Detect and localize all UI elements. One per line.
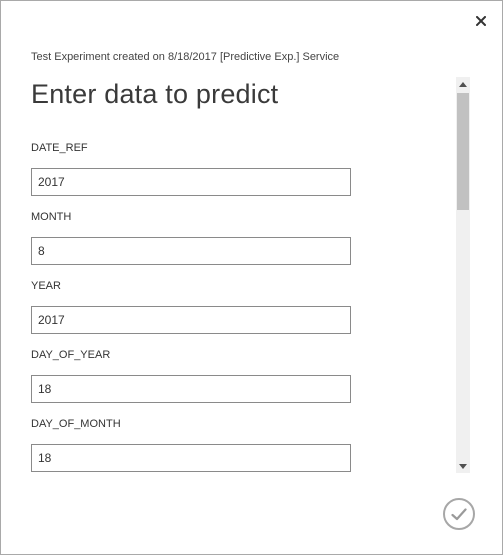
date-ref-input[interactable]: [31, 168, 351, 196]
scroll-thumb[interactable]: [457, 93, 469, 210]
month-input[interactable]: [31, 237, 351, 265]
service-subtitle: Test Experiment created on 8/18/2017 [Pr…: [31, 51, 340, 63]
day-of-month-input[interactable]: [31, 444, 351, 472]
field-month: MONTH: [31, 210, 361, 265]
arrow-up-icon: [459, 81, 467, 87]
checkmark-icon: [451, 507, 467, 520]
year-input[interactable]: [31, 306, 351, 334]
scroll-down-button[interactable]: [456, 459, 470, 473]
field-year: YEAR: [31, 279, 361, 334]
field-day-of-month: DAY_OF_MONTH: [31, 417, 361, 472]
day-of-year-input[interactable]: [31, 375, 351, 403]
field-label: DAY_OF_MONTH: [31, 418, 121, 430]
scroll-up-button[interactable]: [456, 77, 470, 91]
field-label: DATE_REF: [31, 142, 88, 154]
vertical-scrollbar[interactable]: [456, 77, 470, 473]
field-day-of-year: DAY_OF_YEAR: [31, 348, 361, 403]
close-button[interactable]: [469, 9, 493, 33]
field-date-ref: DATE_REF: [31, 141, 361, 196]
predict-dialog: Test Experiment created on 8/18/2017 [Pr…: [0, 0, 503, 555]
input-form: DATE_REF MONTH YEAR DAY_OF_YEAR DAY_OF_M…: [31, 131, 361, 476]
field-label: DAY_OF_YEAR: [31, 349, 111, 361]
close-icon: [476, 16, 486, 26]
confirm-button[interactable]: [443, 498, 475, 530]
field-label: YEAR: [31, 280, 61, 292]
dialog-title: Enter data to predict: [31, 79, 279, 109]
field-label: MONTH: [31, 211, 72, 223]
arrow-down-icon: [459, 463, 467, 469]
